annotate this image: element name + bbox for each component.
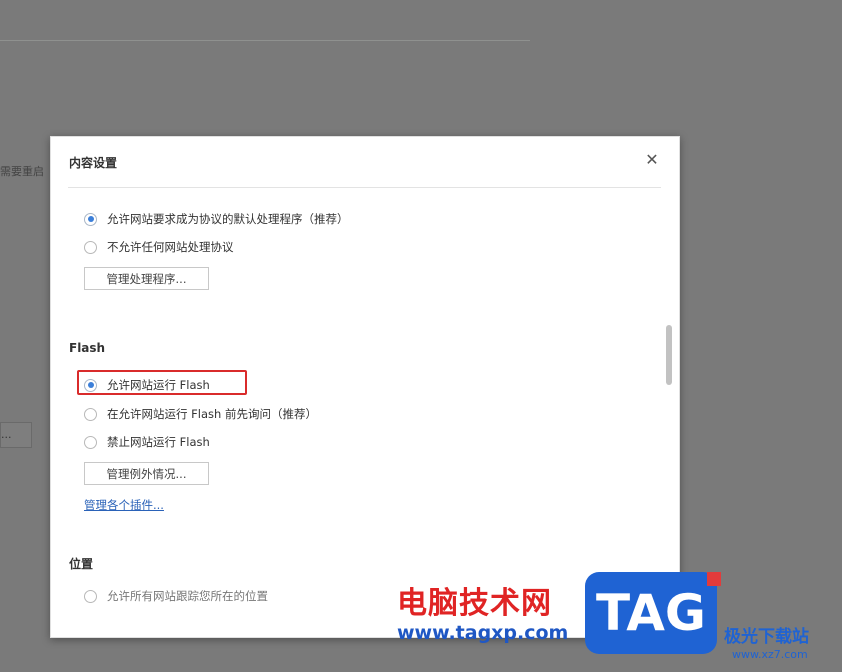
radio-allow-protocol-handlers[interactable]: 允许网站要求成为协议的默认处理程序（推荐）	[84, 209, 349, 229]
radio-label: 禁止网站运行 Flash	[107, 435, 210, 449]
content-settings-dialog: 内容设置 ✕ 允许网站要求成为协议的默认处理程序（推荐） 不允许任何网站处理协议…	[50, 136, 680, 638]
dialog-title: 内容设置	[69, 156, 118, 170]
radio-label: 在允许网站运行 Flash 前先询问（推荐）	[107, 407, 317, 421]
watermark-brand-name: 极光下载站	[724, 627, 809, 647]
tag-logo-corner	[707, 572, 721, 586]
radio-checked-icon	[84, 212, 97, 226]
flash-section-title: Flash	[69, 341, 106, 355]
tag-logo: TAG	[585, 572, 717, 654]
radio-label: 允许所有网站跟踪您所在的位置	[107, 589, 268, 603]
close-icon[interactable]: ✕	[643, 151, 661, 169]
radio-unchecked-icon	[84, 407, 97, 421]
radio-checked-icon	[84, 378, 97, 392]
dialog-header: 内容设置 ✕	[68, 137, 661, 188]
watermark-site-name: 电脑技术网	[397, 586, 552, 621]
manage-exceptions-button[interactable]: 管理例外情况...	[84, 462, 209, 485]
background-partial-button: ...	[0, 422, 32, 448]
scrollbar-thumb[interactable]	[666, 325, 672, 385]
radio-unchecked-icon	[84, 435, 97, 449]
radio-label: 允许网站要求成为协议的默认处理程序（推荐）	[107, 212, 349, 226]
radio-allow-location[interactable]: 允许所有网站跟踪您所在的位置	[84, 589, 268, 603]
radio-ask-flash[interactable]: 在允许网站运行 Flash 前先询问（推荐）	[84, 404, 317, 424]
watermark-brand-url: www.xz7.com	[732, 648, 808, 661]
radio-allow-flash[interactable]: 允许网站运行 Flash	[84, 375, 210, 395]
radio-deny-protocol-handlers[interactable]: 不允许任何网站处理协议	[84, 237, 234, 257]
background-partial-text: 需要重启	[0, 165, 44, 178]
radio-label: 允许网站运行 Flash	[107, 378, 210, 392]
manage-plugins-link[interactable]: 管理各个插件...	[84, 497, 164, 513]
radio-unchecked-icon	[84, 240, 97, 254]
radio-block-flash[interactable]: 禁止网站运行 Flash	[84, 432, 210, 452]
radio-label: 不允许任何网站处理协议	[107, 240, 234, 254]
scrollbar[interactable]	[665, 197, 673, 627]
background-divider	[0, 40, 530, 41]
location-section-title: 位置	[69, 557, 94, 571]
watermark-site-url: www.tagxp.com	[397, 622, 569, 644]
radio-unchecked-icon	[84, 589, 97, 603]
manage-handlers-button[interactable]: 管理处理程序...	[84, 267, 209, 290]
